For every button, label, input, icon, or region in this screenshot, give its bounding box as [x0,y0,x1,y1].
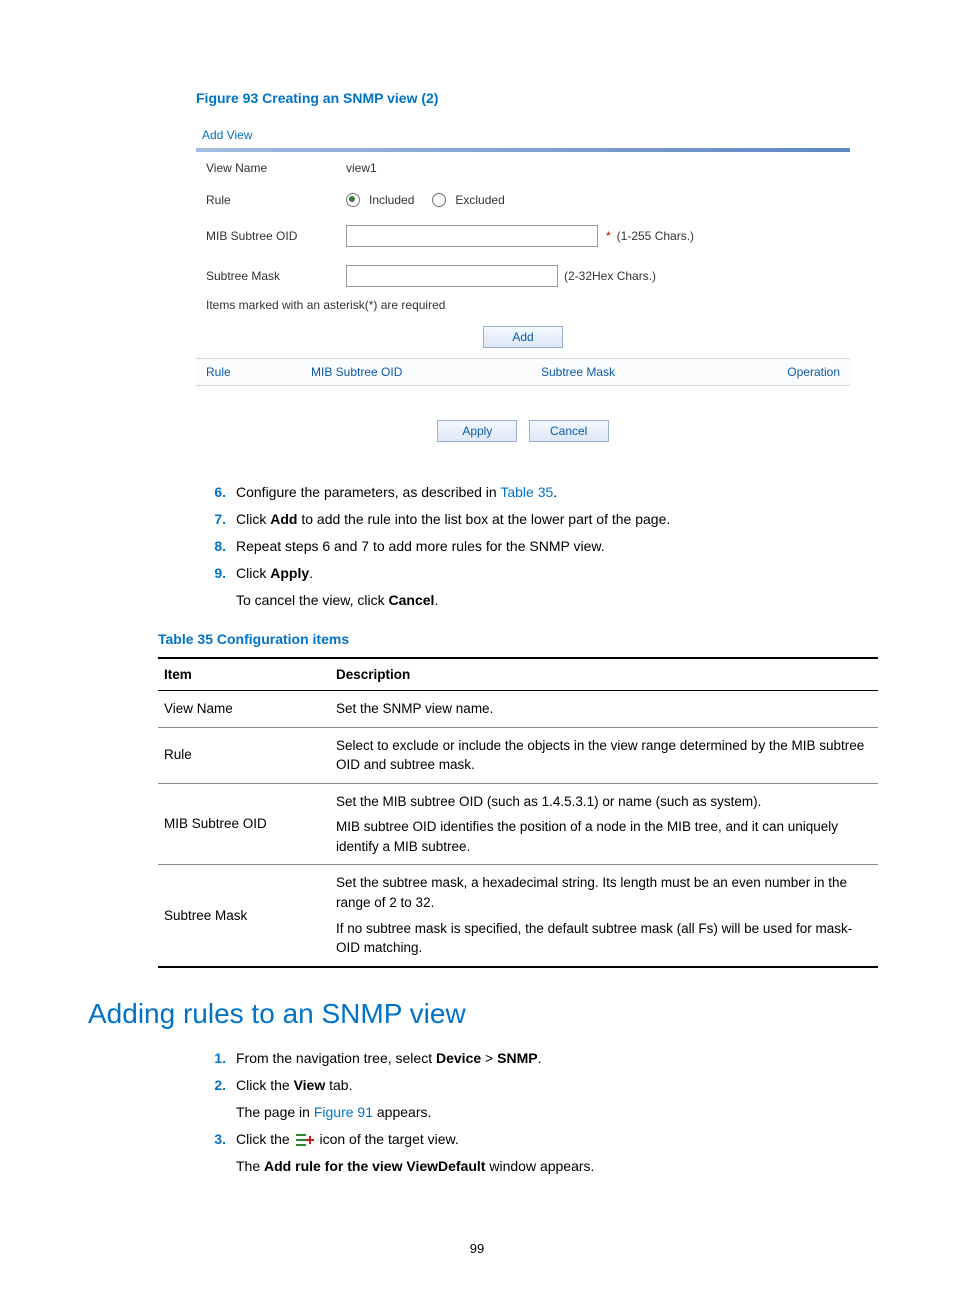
add-view-form: Add View View Name view1 Rule Included E… [196,124,850,452]
subtree-mask-input[interactable] [346,265,558,287]
step-number: 7. [196,509,236,530]
step-body: Click the icon of the target view.The Ad… [236,1129,886,1177]
label-mib-oid: MIB Subtree OID [206,229,346,243]
label-view-name: View Name [206,161,346,175]
table-row: Subtree MaskSet the subtree mask, a hexa… [158,865,878,967]
cell-item: Subtree Mask [158,865,330,967]
link[interactable]: Figure 91 [314,1104,373,1120]
table-row: View NameSet the SNMP view name. [158,691,878,728]
cell-desc: Set the subtree mask, a hexadecimal stri… [330,865,878,967]
step-body: Repeat steps 6 and 7 to add more rules f… [236,536,886,557]
step-item: 7.Click Add to add the rule into the lis… [196,509,886,530]
row-rule: Rule Included Excluded [196,184,850,216]
cancel-button[interactable]: Cancel [529,420,609,442]
step-number: 1. [196,1048,236,1069]
cell-item: View Name [158,691,330,728]
cell-desc: Select to exclude or include the objects… [330,727,878,783]
label-subtree-mask: Subtree Mask [206,269,346,283]
steps-list-bottom: 1.From the navigation tree, select Devic… [196,1048,886,1177]
subtree-mask-hint: (2-32Hex Chars.) [564,269,656,283]
table-caption: Table 35 Configuration items [158,631,866,647]
col-mask: Subtree Mask [541,365,751,379]
col-op: Operation [751,365,840,379]
radio-excluded[interactable] [432,193,446,207]
cell-desc: Set the MIB subtree OID (such as 1.4.5.3… [330,783,878,865]
th-item: Item [158,658,330,691]
link[interactable]: Table 35 [500,484,553,500]
step-number: 9. [196,563,236,611]
required-note: Items marked with an asterisk(*) are req… [196,296,850,322]
figure-caption: Figure 93 Creating an SNMP view (2) [196,90,866,106]
step-item: 2.Click the View tab.The page in Figure … [196,1075,886,1123]
step-number: 6. [196,482,236,503]
radio-included[interactable] [346,193,360,207]
add-rule-icon [296,1133,314,1147]
step-body: Click Add to add the rule into the list … [236,509,886,530]
section-heading: Adding rules to an SNMP view [88,998,866,1030]
cell-item: MIB Subtree OID [158,783,330,865]
th-desc: Description [330,658,878,691]
col-rule: Rule [206,365,311,379]
step-body: Click the View tab.The page in Figure 91… [236,1075,886,1123]
step-item: 3.Click the icon of the target view.The … [196,1129,886,1177]
step-item: 6.Configure the parameters, as described… [196,482,886,503]
mib-oid-input[interactable] [346,225,598,247]
table-row: MIB Subtree OIDSet the MIB subtree OID (… [158,783,878,865]
rules-column-headers: Rule MIB Subtree OID Subtree Mask Operat… [196,358,850,386]
required-star: * [606,229,611,243]
radio-excluded-label: Excluded [455,193,504,207]
label-rule: Rule [206,193,346,207]
configuration-table: Item Description View NameSet the SNMP v… [158,657,878,968]
step-item: 9.Click Apply.To cancel the view, click … [196,563,886,611]
add-button[interactable]: Add [483,326,563,348]
row-subtree-mask: Subtree Mask (2-32Hex Chars.) [196,256,850,296]
step-number: 3. [196,1129,236,1177]
step-item: 1.From the navigation tree, select Devic… [196,1048,886,1069]
col-oid: MIB Subtree OID [311,365,541,379]
table-row: RuleSelect to exclude or include the obj… [158,727,878,783]
step-number: 8. [196,536,236,557]
step-body: From the navigation tree, select Device … [236,1048,886,1069]
row-mib-oid: MIB Subtree OID * (1-255 Chars.) [196,216,850,256]
cell-desc: Set the SNMP view name. [330,691,878,728]
mib-oid-hint: (1-255 Chars.) [617,229,694,243]
cell-item: Rule [158,727,330,783]
step-body: Configure the parameters, as described i… [236,482,886,503]
step-item: 8.Repeat steps 6 and 7 to add more rules… [196,536,886,557]
apply-button[interactable]: Apply [437,420,517,442]
radio-included-label: Included [369,193,414,207]
steps-list-top: 6.Configure the parameters, as described… [196,482,886,611]
form-header: Add View [196,124,850,148]
step-body: Click Apply.To cancel the view, click Ca… [236,563,886,611]
row-view-name: View Name view1 [196,152,850,184]
page-number: 99 [0,1241,954,1256]
value-view-name: view1 [346,161,840,175]
step-number: 2. [196,1075,236,1123]
